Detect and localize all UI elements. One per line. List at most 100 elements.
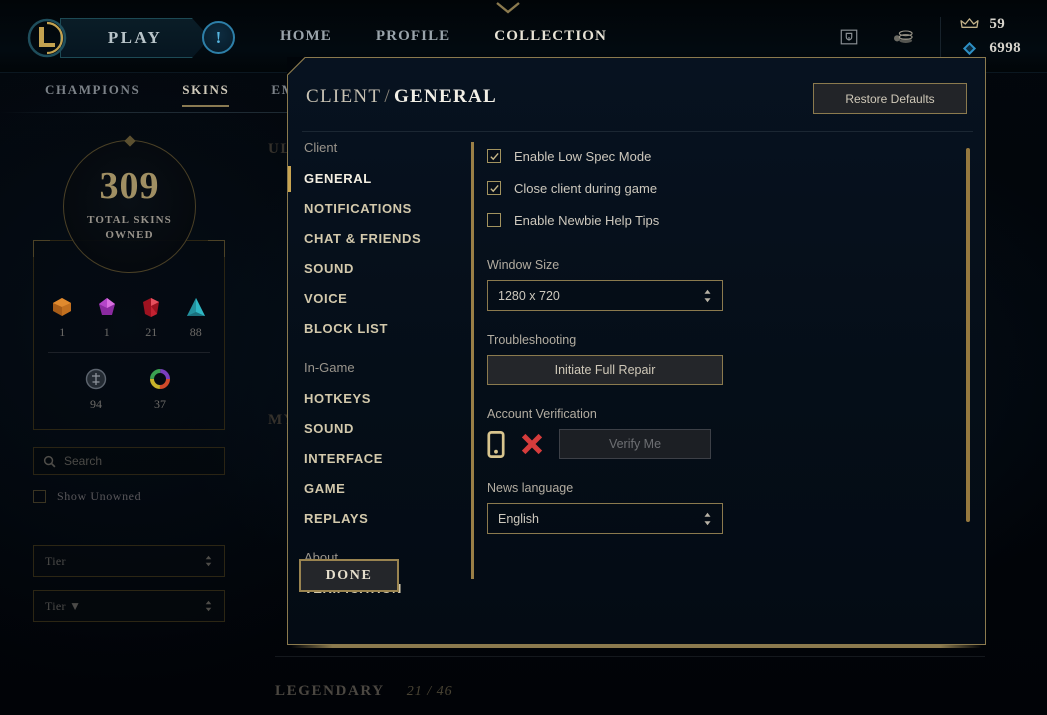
chroma-ring-icon <box>150 369 170 389</box>
show-unowned-toggle[interactable]: Show Unowned <box>33 489 141 504</box>
mythic-skin-icon <box>98 298 115 315</box>
search-input[interactable] <box>64 454 214 468</box>
sidebar-item-sound-client[interactable]: SOUND <box>304 254 471 284</box>
breadcrumb-section: GENERAL <box>393 86 497 107</box>
tier-filter-dropdown[interactable]: Tier <box>33 545 225 577</box>
news-language-value: English <box>498 511 539 526</box>
section-header-legendary: LEGENDARY 21 / 46 <box>275 683 453 700</box>
search-box[interactable] <box>33 447 225 475</box>
section-header-ultimate: ULTIMATE <box>268 141 287 157</box>
settings-content-general: Enable Low Spec Mode Close client during… <box>487 140 965 630</box>
currency-blue-essence[interactable]: 6998 <box>959 37 1021 61</box>
breadcrumb-client: CLIENT <box>306 86 382 107</box>
main-nav-links: HOME PROFILE COLLECTION <box>258 28 629 45</box>
section-legendary-label: LEGENDARY <box>275 683 385 699</box>
tier-divider <box>48 352 210 353</box>
tier-counts-row-primary: 1 1 21 88 <box>40 296 218 340</box>
sidebar-item-general[interactable]: GENERAL <box>288 164 471 194</box>
subnav-item-skins[interactable]: SKINS <box>182 82 230 107</box>
tier-ultimate[interactable]: 1 <box>44 296 80 340</box>
tier-standard-count: 94 <box>90 397 102 411</box>
checkbox-row-newbie-help-tips[interactable]: Enable Newbie Help Tips <box>487 204 965 236</box>
red-x-icon <box>521 433 543 455</box>
sidebar-item-replays[interactable]: REPLAYS <box>304 504 471 534</box>
account-verification-label: Account Verification <box>487 407 597 421</box>
tier-sort-dropdown[interactable]: Tier ▼ <box>33 590 225 622</box>
troubleshooting-label: Troubleshooting <box>487 333 577 347</box>
settings-scrollbar-thumb[interactable] <box>966 148 970 522</box>
show-unowned-label: Show Unowned <box>57 489 142 503</box>
exclamation-circle-icon[interactable]: ! <box>202 21 235 54</box>
stepper-arrows-icon <box>205 600 212 612</box>
newbie-help-tips-checkbox[interactable] <box>487 213 501 227</box>
window-size-dropdown[interactable]: 1280 x 720 <box>487 280 723 311</box>
settings-breadcrumb: CLIENT / GENERAL <box>306 86 497 108</box>
modal-corner-bevel <box>287 57 305 75</box>
sidebar-item-notifications[interactable]: NOTIFICATIONS <box>304 194 471 224</box>
sidebar-item-voice[interactable]: VOICE <box>304 284 471 314</box>
settings-modal: CLIENT / GENERAL Restore Defaults Client G… <box>287 57 986 645</box>
tier-legendary-count: 21 <box>145 325 158 339</box>
subnav-item-champions[interactable]: CHAMPIONS <box>45 82 140 107</box>
settings-modal-header: CLIENT / GENERAL Restore Defaults <box>288 58 986 130</box>
checkbox-row-close-client-during-game[interactable]: Close client during game <box>487 172 965 204</box>
low-spec-mode-label: Enable Low Spec Mode <box>514 148 652 164</box>
show-unowned-checkbox[interactable] <box>33 490 46 503</box>
play-button[interactable]: PLAY <box>60 18 210 58</box>
total-skins-count: 309 <box>99 165 160 208</box>
low-spec-mode-checkbox[interactable] <box>487 149 501 163</box>
standard-skin-icon <box>85 368 107 390</box>
currency-list: 59 6998 <box>959 13 1021 61</box>
settings-scrollbar[interactable] <box>966 146 970 580</box>
close-client-during-game-checkbox[interactable] <box>487 181 501 195</box>
subnav-divider <box>0 112 300 113</box>
breadcrumb-separator: / <box>384 86 391 107</box>
total-skins-label-line1: TOTAL SKINS <box>87 214 172 227</box>
ultimate-skin-icon <box>53 298 72 316</box>
chevron-down-icon[interactable] <box>494 1 522 15</box>
nav-item-collection[interactable]: COLLECTION <box>472 28 629 45</box>
initiate-full-repair-button[interactable]: Initiate Full Repair <box>487 355 723 385</box>
done-button-label: DONE <box>325 567 373 583</box>
window-size-value: 1280 x 720 <box>498 288 560 303</box>
sidebar-accent-divider <box>471 142 474 579</box>
sidebar-item-sound-ingame[interactable]: SOUND <box>304 414 471 444</box>
sidebar-item-game[interactable]: GAME <box>304 474 471 504</box>
sidebar-item-hotkeys[interactable]: HOTKEYS <box>304 384 471 414</box>
loot-chest-icon[interactable] <box>832 20 866 54</box>
tier-epic[interactable]: 88 <box>178 296 214 340</box>
sidebar-item-chat-and-friends[interactable]: CHAT & FRIENDS <box>304 224 471 254</box>
sidebar-group-client-label: Client <box>304 140 338 155</box>
sidebar-item-interface[interactable]: INTERFACE <box>304 444 471 474</box>
currency-riot-points[interactable]: 59 <box>959 13 1021 37</box>
tier-mythic-count: 1 <box>103 325 110 339</box>
news-language-dropdown[interactable]: English <box>487 503 723 534</box>
play-button-label: PLAY <box>107 28 163 47</box>
play-button-group[interactable]: PLAY <box>26 17 210 59</box>
checkbox-row-low-spec-mode[interactable]: Enable Low Spec Mode <box>487 140 965 172</box>
done-button[interactable]: DONE <box>299 559 399 592</box>
verify-me-button[interactable]: Verify Me <box>559 429 711 459</box>
divider <box>940 16 942 57</box>
total-skins-label-line2: OWNED <box>105 228 154 241</box>
tier-standard[interactable]: 94 <box>78 368 114 412</box>
riot-points-value: 59 <box>989 16 1006 32</box>
nav-item-home[interactable]: HOME <box>258 28 354 45</box>
checkmark-icon <box>489 152 499 160</box>
restore-defaults-button[interactable]: Restore Defaults <box>813 83 967 114</box>
blue-essence-icon <box>959 40 979 58</box>
nav-item-profile[interactable]: PROFILE <box>354 28 472 45</box>
window-size-label: Window Size <box>487 258 560 272</box>
store-coins-icon[interactable] <box>886 20 920 54</box>
total-skins-circle: 309 TOTAL SKINS OWNED <box>63 135 196 273</box>
tier-counts-row-secondary: 94 37 <box>78 368 178 412</box>
tier-filter-value: Tier <box>45 553 66 568</box>
sidebar-group-ingame-label: In-Game <box>304 360 355 375</box>
tier-chromas[interactable]: 37 <box>142 368 178 412</box>
legendary-skin-icon <box>143 298 160 317</box>
sidebar-item-block-list[interactable]: BLOCK LIST <box>304 314 471 344</box>
tier-mythic[interactable]: 1 <box>89 296 125 340</box>
league-client-window: PLAY ! HOME PROFILE COLLECTION 59 6998 C… <box>0 0 1047 715</box>
tier-legendary[interactable]: 21 <box>133 296 169 340</box>
